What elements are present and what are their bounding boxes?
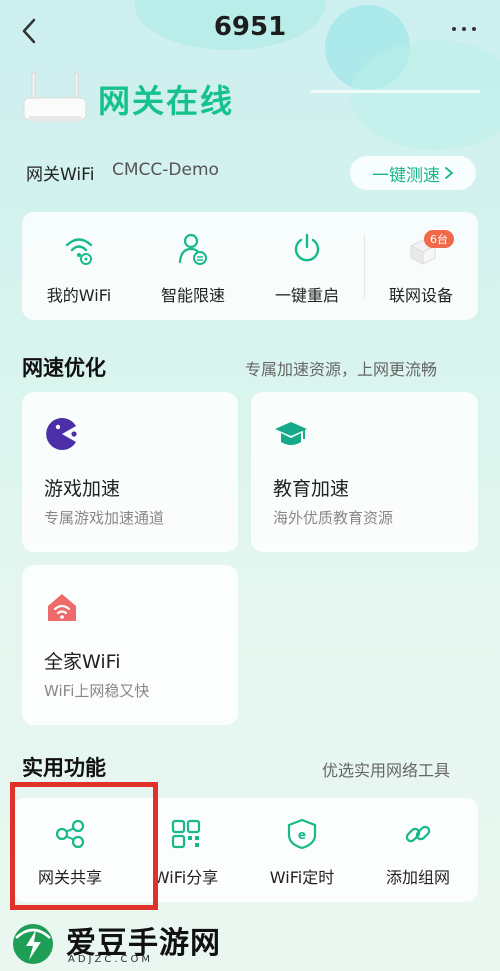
router-icon: [23, 71, 87, 122]
game-boost-tile[interactable]: 游戏加速 专属游戏加速通道: [22, 392, 238, 552]
tools-section-title: 实用功能: [22, 756, 106, 780]
tools-section-subtitle: 优选实用网络工具: [322, 761, 451, 780]
tile-subtitle: WiFi上网稳又快: [44, 682, 150, 700]
tile-subtitle: 海外优质教育资源: [273, 509, 394, 527]
tile-title: 游戏加速: [44, 478, 121, 500]
tool-add-mesh[interactable]: 添加组网: [360, 798, 476, 902]
tool-label: WiFi定时: [269, 868, 335, 887]
tile-title: 教育加速: [273, 478, 350, 500]
decorative-line: [310, 90, 480, 93]
quick-action-my-wifi[interactable]: 我的WiFi: [22, 212, 136, 320]
more-icon: [452, 27, 456, 31]
game-icon: [46, 418, 77, 450]
tool-wifi-timer[interactable]: e WiFi定时: [244, 798, 360, 902]
wifi-lock-icon: [65, 238, 93, 265]
home-wifi-icon: [48, 594, 76, 621]
wifi-label: 网关WiFi: [26, 165, 95, 185]
back-button[interactable]: [14, 16, 44, 46]
family-wifi-tile[interactable]: 全家WiFi WiFi上网稳又快: [22, 565, 238, 725]
highlight-box: [10, 782, 158, 910]
link-icon: [405, 825, 431, 843]
quick-action-devices[interactable]: 联网设备: [364, 212, 478, 320]
quick-actions-card: 我的WiFi 智能限速 一键重启 联网设备: [22, 212, 478, 320]
more-icon-dot: [462, 27, 466, 31]
qr-code-icon: [171, 819, 201, 849]
tile-subtitle: 专属游戏加速通道: [44, 509, 165, 527]
tool-label: 添加组网: [385, 868, 450, 887]
speed-test-label: 一键测速: [372, 165, 440, 186]
power-icon: [294, 233, 320, 262]
gateway-status: 网关在线: [98, 82, 235, 120]
quick-action-speed-limit[interactable]: 智能限速: [136, 212, 250, 320]
wifi-name: CMCC-Demo: [112, 160, 219, 180]
quick-action-label: 智能限速: [160, 286, 225, 305]
quick-action-reboot[interactable]: 一键重启: [250, 212, 364, 320]
more-button[interactable]: [442, 14, 486, 44]
speed-test-button[interactable]: 一键测速: [350, 156, 476, 190]
chevron-right-icon: [445, 167, 454, 179]
timer-icon: e: [287, 818, 317, 850]
education-boost-tile[interactable]: 教育加速 海外优质教育资源: [251, 392, 478, 552]
speed-section-title: 网速优化: [22, 356, 106, 380]
user-speed-icon: [178, 233, 207, 265]
svg-text:e: e: [298, 828, 306, 842]
tile-title: 全家WiFi: [44, 651, 121, 673]
background-blob: [135, 0, 325, 50]
quick-action-label: 联网设备: [388, 286, 453, 305]
speed-section-subtitle: 专属加速资源，上网更流畅: [245, 360, 438, 379]
watermark-url: ADJZC.COM: [68, 954, 153, 965]
device-count-badge: 6台: [424, 230, 454, 248]
chevron-left-icon: [22, 18, 36, 44]
graduation-cap-icon: [275, 422, 307, 445]
background-blob: [350, 40, 500, 150]
quick-action-label: 我的WiFi: [46, 286, 112, 305]
quick-action-label: 一键重启: [274, 286, 339, 305]
more-icon-dot: [472, 27, 476, 31]
watermark-logo-icon: [13, 924, 53, 964]
